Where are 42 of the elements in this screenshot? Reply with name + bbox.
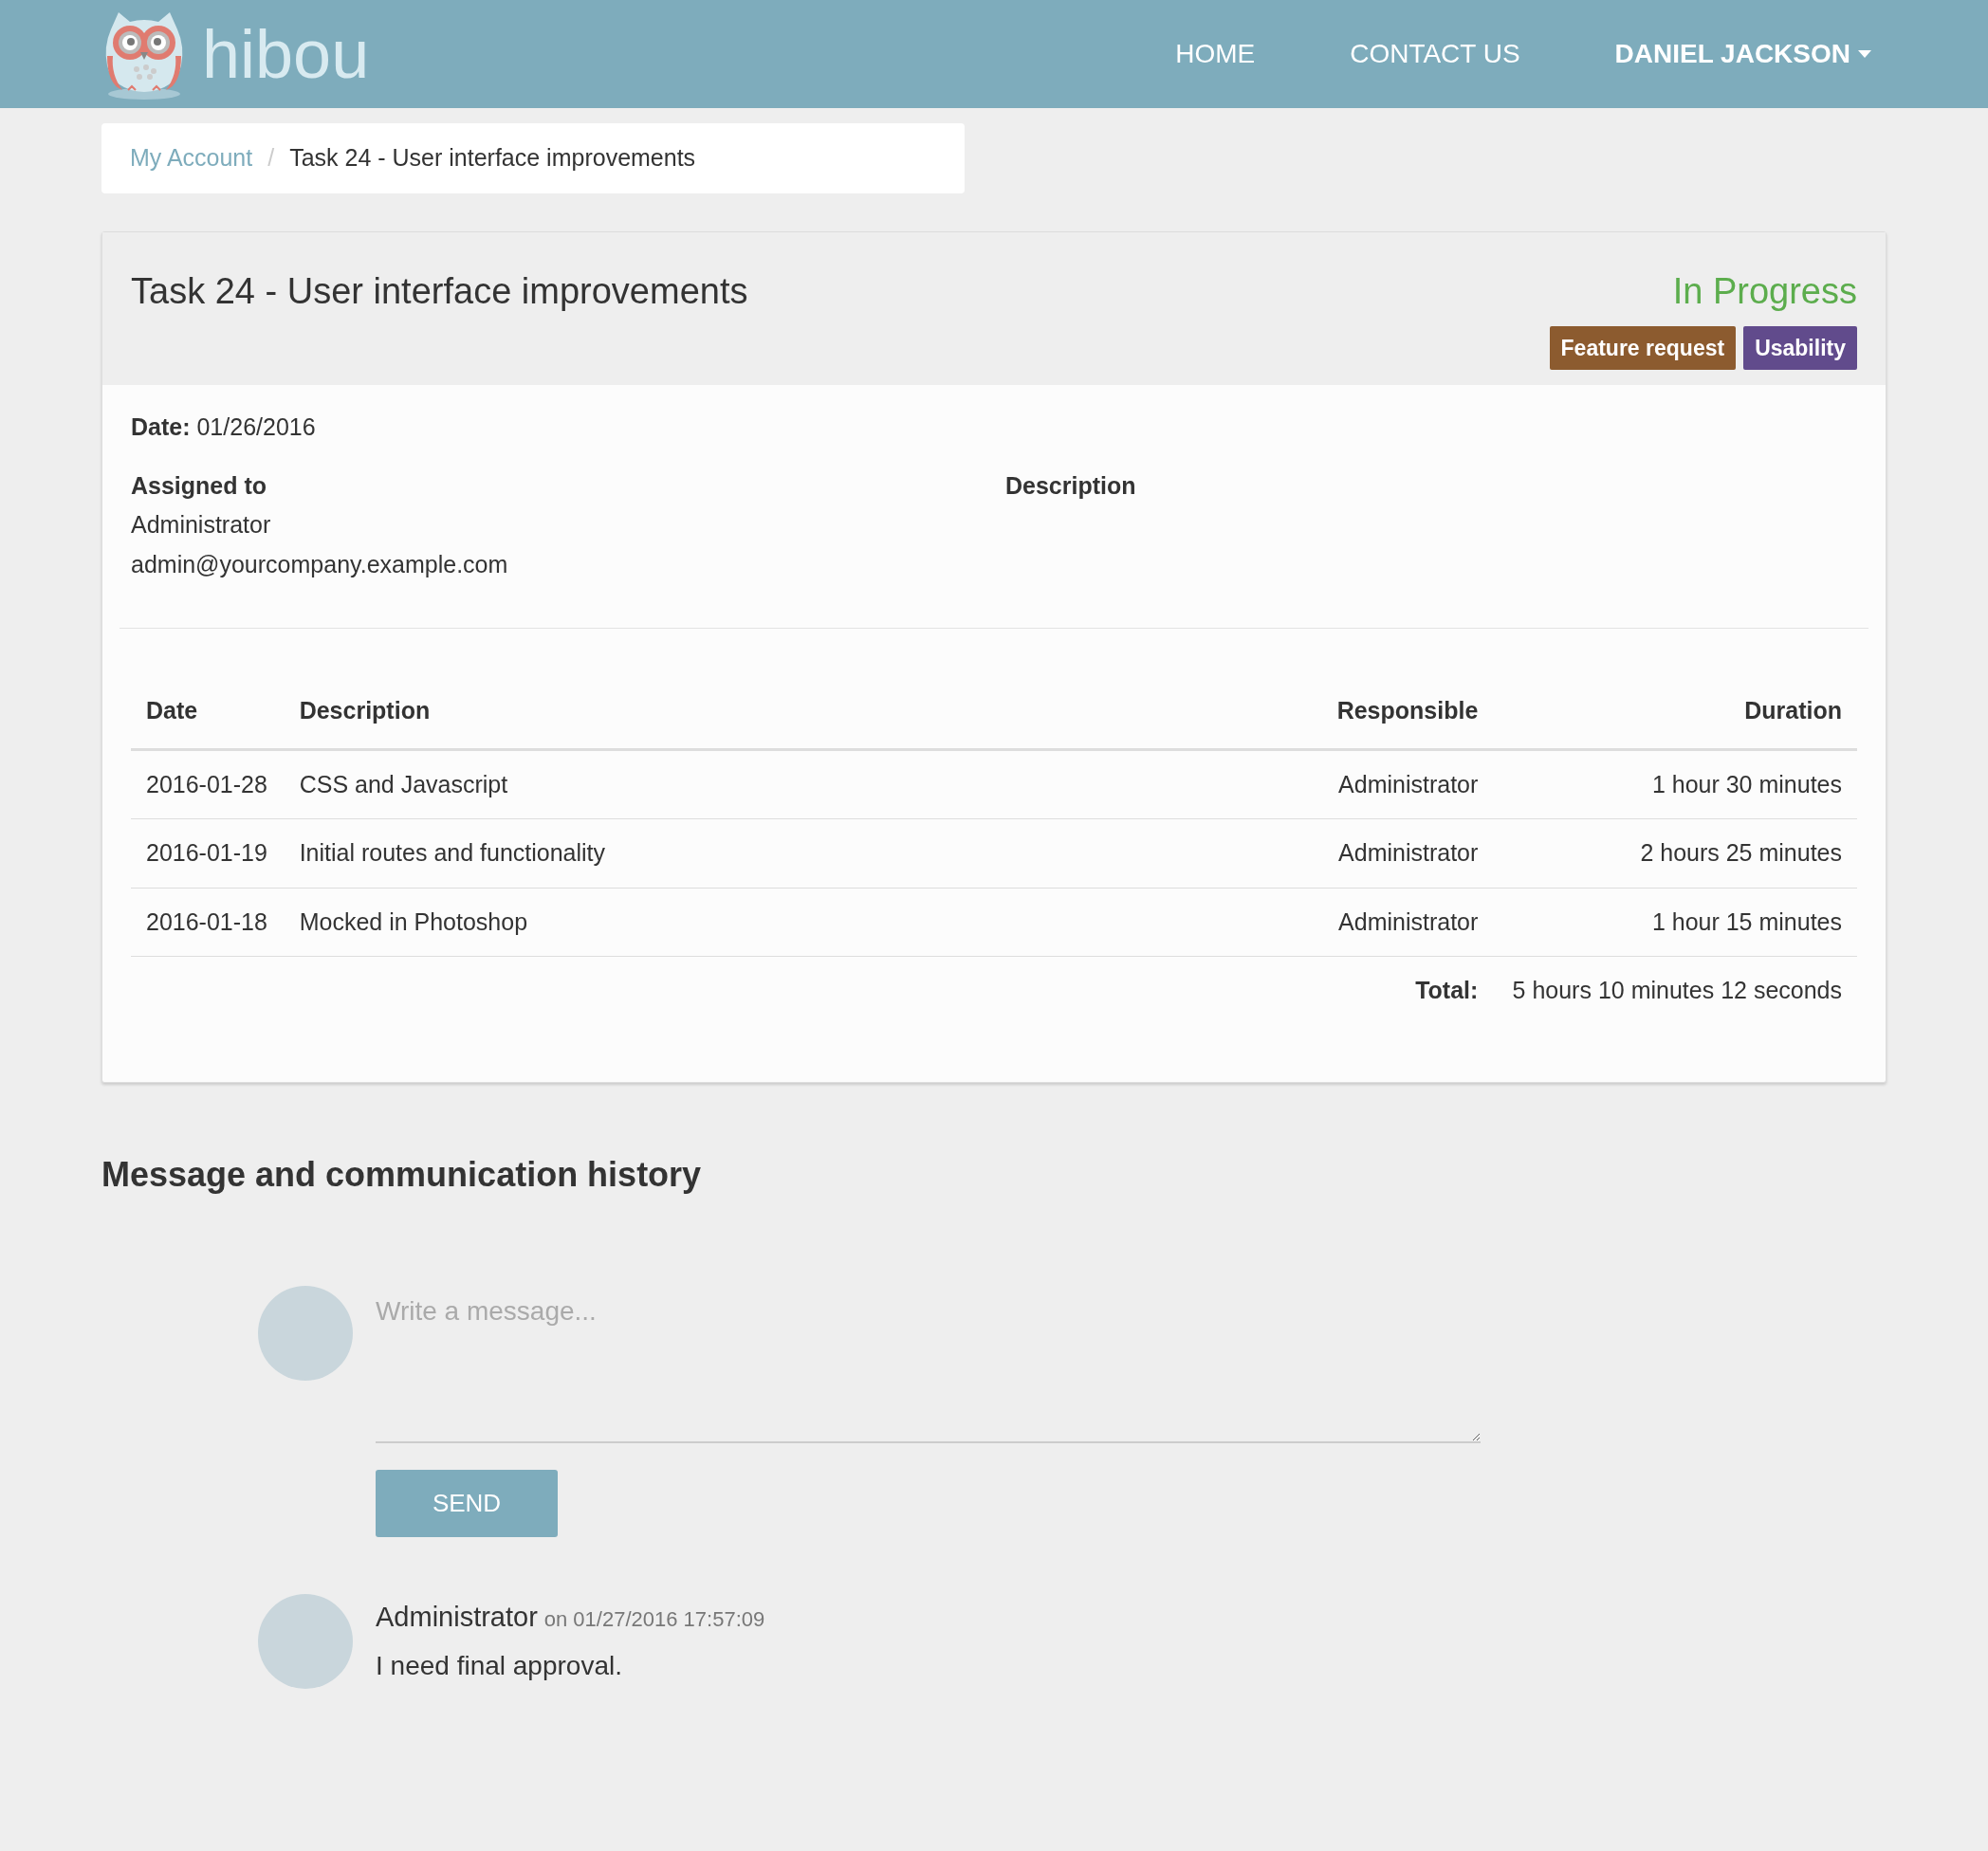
send-button[interactable]: SEND [376, 1470, 558, 1537]
table-cell: 2016-01-18 [131, 888, 285, 957]
section-heading: Message and communication history [101, 1153, 703, 1196]
description-label: Description [1005, 470, 1137, 501]
table-cell: Administrator [1319, 818, 1494, 888]
task-title: Task 24 - User interface improvements [131, 269, 748, 313]
status-label: In Progress [1672, 269, 1857, 313]
table-cell: 2016-01-28 [131, 749, 285, 819]
breadcrumb-separator: / [267, 143, 276, 173]
breadcrumb-current: Task 24 - User interface improvements [289, 143, 696, 173]
message-field[interactable]: Write a message... [376, 1285, 1481, 1443]
table-cell: Initial routes and functionality [284, 818, 1320, 888]
nav-link[interactable]: CONTACT US [1302, 34, 1568, 74]
column-header: Responsible [1319, 674, 1494, 749]
total-label: Total: [1319, 956, 1494, 1025]
table-cell: 2016-01-19 [131, 818, 285, 888]
assignee-name: Administrator [131, 510, 272, 540]
message-text: I need final approval. [376, 1649, 623, 1682]
table-cell: Administrator [1319, 749, 1494, 819]
table-cell: CSS and Javascript [284, 749, 1320, 819]
date-line: Date: 01/26/2016 [131, 412, 317, 442]
user-menu[interactable]: DANIEL JACKSON [1567, 34, 1887, 74]
tag: Usability [1743, 325, 1857, 370]
total-value: 5 hours 10 minutes 12 seconds [1493, 956, 1857, 1025]
table-cell: Mocked in Photoshop [284, 888, 1320, 957]
user-name: DANIEL JACKSON [1614, 38, 1850, 70]
brand-name[interactable]: hibou [202, 20, 370, 88]
column-header: Date [131, 674, 285, 749]
tag: Feature request [1549, 325, 1737, 370]
assigned-label: Assigned to [131, 470, 268, 501]
message-timestamp: on 01/27/2016 17:57:09 [543, 1607, 765, 1632]
table-cell: 1 hour 30 minutes [1493, 749, 1857, 819]
column-header: Duration [1493, 674, 1857, 749]
breadcrumb-link[interactable]: My Account [130, 140, 253, 176]
caret-icon [1858, 50, 1871, 58]
message-author: Administrator [376, 1602, 538, 1633]
assignee-email: admin@yourcompany.example.com [131, 549, 509, 579]
table-cell: Administrator [1319, 888, 1494, 957]
table-cell: 1 hour 15 minutes [1493, 888, 1857, 957]
column-header: Description [284, 674, 1320, 749]
table-cell: 2 hours 25 minutes [1493, 818, 1857, 888]
nav-link[interactable]: HOME [1128, 34, 1303, 74]
